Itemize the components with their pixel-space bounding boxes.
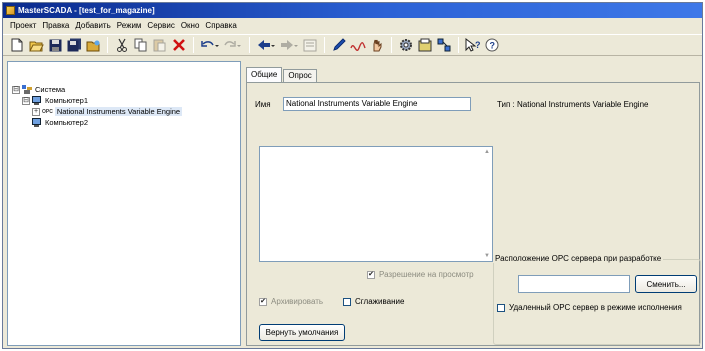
archive-label: Архивировать — [271, 297, 324, 306]
menu-mode[interactable]: Режим — [114, 21, 145, 30]
smoothing-checkbox[interactable]: Сглаживание — [343, 297, 404, 306]
collapse-icon[interactable]: ⊟ — [22, 96, 30, 105]
computer-icon — [32, 118, 41, 127]
cut-icon[interactable] — [114, 37, 130, 53]
tree-label: Компьютер2 — [45, 118, 88, 127]
checkmark-icon: ✔ — [259, 297, 267, 306]
title-bar: MasterSCADA - [test_for_magazine] — [3, 3, 702, 18]
settings-icon[interactable] — [398, 37, 414, 53]
allow-view-label: Разрешение на просмотр — [379, 270, 474, 279]
computer-icon — [32, 96, 41, 105]
window-title: MasterSCADA - [test_for_magazine] — [18, 6, 155, 15]
menu-project[interactable]: Проект — [7, 21, 39, 30]
name-label: Имя — [255, 100, 271, 109]
undo-icon[interactable] — [200, 37, 220, 53]
save-icon[interactable] — [47, 37, 63, 53]
open-folder-icon[interactable] — [85, 37, 101, 53]
tree-label: Компьютер1 — [45, 96, 88, 105]
menu-bar: Проект Правка Добавить Режим Сервис Окно… — [3, 19, 702, 32]
checkmark-icon: ✔ — [367, 270, 375, 279]
open-icon[interactable] — [28, 37, 44, 53]
name-input[interactable]: National Instruments Variable Engine — [283, 97, 471, 111]
toolbar-separator — [391, 37, 392, 53]
copy-icon[interactable] — [133, 37, 149, 53]
toolbar-separator — [324, 37, 325, 53]
toolbar-separator — [193, 37, 194, 53]
toolbar-separator — [458, 37, 459, 53]
tab-polling[interactable]: Опрос — [283, 69, 317, 82]
expand-icon[interactable]: + — [32, 107, 40, 116]
restore-defaults-button[interactable]: Вернуть умолчания — [259, 324, 345, 341]
back-icon[interactable] — [256, 37, 276, 53]
opc-location-group: Расположение OPC сервера при разработке … — [493, 254, 701, 345]
svg-text:?: ? — [475, 40, 481, 50]
menu-add[interactable]: Добавить — [72, 21, 113, 30]
network-icon[interactable] — [436, 37, 452, 53]
scroll-up-icon[interactable]: ▲ — [482, 147, 492, 157]
checkbox-box — [343, 297, 351, 306]
change-button[interactable]: Сменить... — [635, 275, 697, 293]
collapse-icon[interactable]: ⊟ — [12, 85, 20, 94]
object-icon[interactable] — [417, 37, 433, 53]
menu-edit[interactable]: Правка — [39, 21, 72, 30]
tab-general[interactable]: Общие — [246, 67, 283, 82]
menu-service[interactable]: Сервис — [144, 21, 177, 30]
tree-item-opc-server[interactable]: + OPC National Instruments Variable Engi… — [32, 106, 183, 117]
toolbar: ? ? — [3, 34, 702, 56]
scroll-down-icon[interactable]: ▼ — [482, 251, 492, 261]
system-tree[interactable]: ⊟ Система ⊟ Компьютер1 + OPC National In… — [7, 61, 241, 346]
remote-opc-checkbox[interactable]: Удаленный OPC сервер в режиме исполнения — [497, 303, 684, 312]
opc-location-input[interactable] — [518, 275, 630, 293]
paste-icon[interactable] — [152, 37, 168, 53]
checkbox-box — [497, 303, 505, 312]
tree-item-system[interactable]: ⊟ Система — [12, 84, 65, 95]
tree-label: Система — [35, 85, 66, 94]
menu-help[interactable]: Справка — [202, 21, 239, 30]
menu-window[interactable]: Окно — [178, 21, 203, 30]
main-window: MasterSCADA - [test_for_magazine] Проект… — [2, 2, 703, 349]
tree-item-computer2[interactable]: Компьютер2 — [32, 117, 88, 128]
properties-panel: Общие Опрос Имя National Instruments Var… — [244, 61, 702, 346]
toolbar-separator — [249, 37, 250, 53]
allow-view-checkbox[interactable]: ✔ Разрешение на просмотр — [367, 270, 474, 279]
forward-icon[interactable] — [279, 37, 299, 53]
opc-location-title: Расположение OPC сервера при разработке — [493, 254, 664, 263]
delete-icon[interactable] — [171, 37, 187, 53]
help-icon[interactable]: ? — [484, 37, 500, 53]
smoothing-label: Сглаживание — [355, 297, 405, 306]
opc-server-icon: OPC — [42, 108, 53, 115]
tree-item-computer1[interactable]: ⊟ Компьютер1 — [22, 95, 88, 106]
app-icon — [6, 6, 15, 15]
link-icon[interactable] — [350, 37, 366, 53]
system-icon — [22, 85, 32, 94]
tree-label: National Instruments Variable Engine — [54, 107, 183, 116]
tab-strip: Общие Опрос — [246, 67, 318, 82]
properties-icon[interactable] — [302, 37, 318, 53]
type-text: Тип : National Instruments Variable Engi… — [497, 100, 649, 109]
svg-text:?: ? — [490, 41, 496, 51]
remote-opc-label: Удаленный OPC сервер в режиме исполнения — [509, 303, 682, 312]
context-help-icon[interactable]: ? — [465, 37, 481, 53]
new-icon[interactable] — [9, 37, 25, 53]
toolbar-separator — [107, 37, 108, 53]
save-all-icon[interactable] — [66, 37, 82, 53]
hand-icon[interactable] — [369, 37, 385, 53]
pen-icon[interactable] — [331, 37, 347, 53]
tab-general-content: Имя National Instruments Variable Engine… — [246, 82, 701, 346]
archive-checkbox[interactable]: ✔ Архивировать — [259, 297, 323, 306]
redo-icon[interactable] — [223, 37, 243, 53]
description-textarea[interactable]: ▲ ▼ — [259, 146, 493, 262]
